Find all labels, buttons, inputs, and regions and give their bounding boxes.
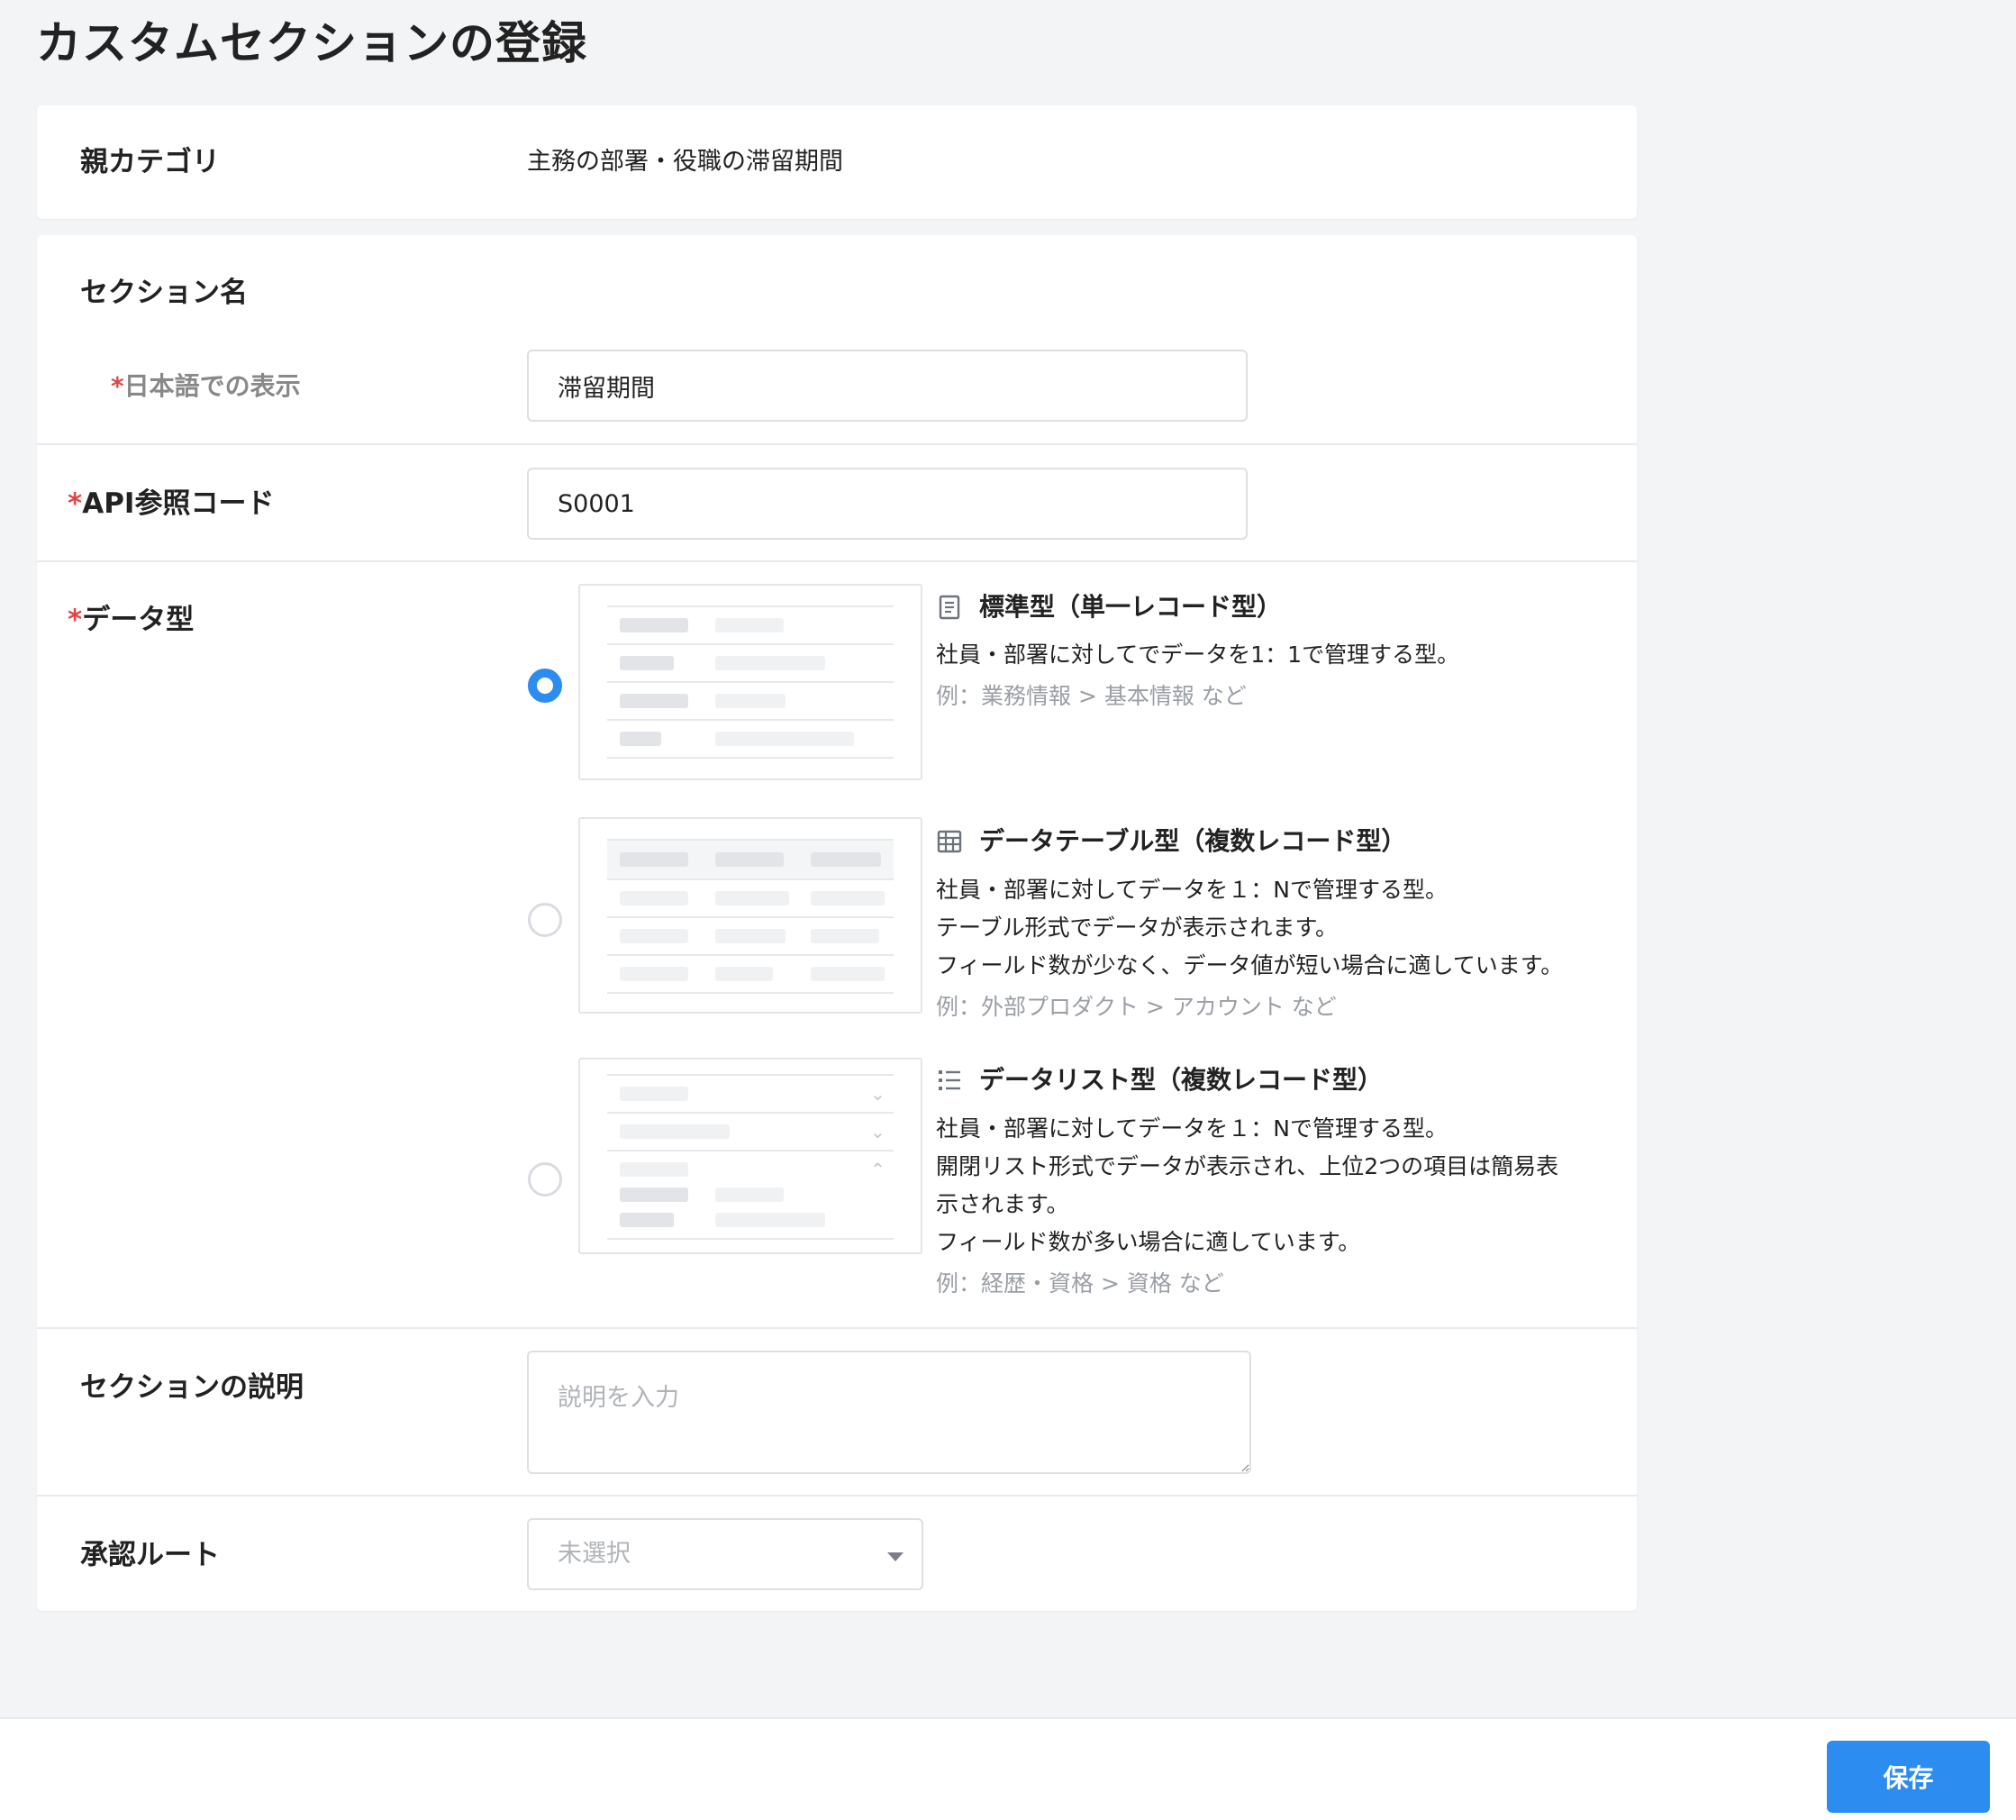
ja-display-label: *日本語での表示	[111, 369, 301, 405]
page-title: カスタムセクションの登録	[36, 17, 587, 69]
preview-bar	[620, 967, 688, 981]
preview-line	[607, 681, 894, 683]
table-icon	[937, 830, 962, 853]
list-type-preview: ⌄ ⌄ ⌃	[578, 1058, 922, 1254]
preview-bar	[620, 1213, 674, 1227]
list-type-desc-3: 示されます。	[936, 1191, 1069, 1217]
preview-line	[607, 1112, 894, 1114]
api-code-label: *API参照コード	[68, 486, 274, 522]
list-type-title: データリスト型（複数レコード型）	[979, 1065, 1384, 1095]
data-type-label: *データ型	[68, 602, 194, 638]
preview-bar	[620, 1087, 688, 1101]
standard-type-desc: 社員・部署に対してでデータを1：1で管理する型。	[936, 642, 1460, 668]
preview-line	[607, 916, 894, 918]
preview-bar	[715, 929, 786, 943]
preview-bar	[620, 1124, 730, 1139]
preview-bar	[620, 1188, 688, 1202]
divider	[37, 1327, 1637, 1329]
preview-bar	[620, 618, 688, 632]
list-type-example: 例：経歴・資格 > 資格 など	[936, 1270, 1224, 1297]
preview-bar	[620, 891, 688, 905]
preview-bar	[715, 618, 784, 632]
standard-type-preview	[578, 584, 922, 780]
table-type-preview	[578, 817, 922, 1014]
table-type-title: データテーブル型（複数レコード型）	[979, 826, 1407, 856]
preview-bar	[811, 967, 885, 981]
parent-category-card: 親カテゴリ 主務の部署・役職の滞留期間	[37, 105, 1637, 219]
list-type-desc-2: 開閉リスト形式でデータが表示され、上位2つの項目は簡易表	[936, 1153, 1559, 1179]
preview-bar	[811, 929, 879, 943]
standard-type-example: 例：業務情報 > 基本情報 など	[936, 683, 1247, 709]
table-type-desc-3: フィールド数が少なく、データ値が短い場合に適しています。	[936, 952, 1564, 978]
description-textarea[interactable]	[527, 1351, 1251, 1474]
approval-route-select[interactable]: 未選択	[527, 1518, 923, 1590]
preview-line	[607, 992, 894, 994]
divider	[37, 1495, 1637, 1497]
divider	[37, 443, 1637, 445]
document-icon	[939, 595, 960, 620]
parent-category-label: 親カテゴリ	[80, 146, 220, 178]
preview-bar	[715, 967, 773, 981]
api-code-input[interactable]	[527, 468, 1248, 540]
approval-route-label: 承認ルート	[80, 1539, 220, 1571]
standard-type-title: 標準型（単一レコード型）	[979, 592, 1283, 622]
preview-bar	[715, 694, 786, 708]
parent-category-value: 主務の部署・役職の滞留期間	[527, 148, 843, 176]
preview-bar	[715, 732, 854, 746]
table-type-desc-2: テーブル形式でデータが表示されます。	[936, 915, 1339, 941]
table-type-desc-1: 社員・部署に対してデータを１：Nで管理する型。	[936, 877, 1448, 903]
chevron-up-icon: ⌃	[870, 1159, 885, 1180]
app-root: カスタムセクションの登録 親カテゴリ 主務の部署・役職の滞留期間 セクション名 …	[0, 0, 2016, 1820]
preview-line	[607, 878, 894, 880]
preview-bar	[715, 656, 825, 670]
preview-bar	[811, 852, 881, 867]
data-type-radio-standard[interactable]	[528, 669, 562, 703]
preview-line	[607, 1150, 894, 1151]
ja-display-label-text: 日本語での表示	[123, 371, 301, 401]
preview-bar	[715, 1213, 825, 1227]
preview-line	[607, 1074, 894, 1076]
preview-bar	[620, 656, 674, 670]
data-type-label-text: データ型	[82, 604, 195, 636]
description-label: セクションの説明	[80, 1371, 304, 1404]
section-form-card: セクション名 *日本語での表示 *API参照コード *データ型	[37, 235, 1637, 1611]
preview-bar	[620, 1162, 688, 1177]
preview-bar	[715, 891, 789, 905]
preview-bar	[620, 694, 688, 708]
preview-line	[607, 719, 894, 721]
preview-bar	[620, 929, 688, 943]
preview-line	[607, 954, 894, 956]
footer-bar: 保存	[0, 1717, 2016, 1820]
list-type-desc-1: 社員・部署に対してデータを１：Nで管理する型。	[936, 1115, 1448, 1142]
approval-route-selected: 未選択	[558, 1540, 631, 1568]
preview-line	[607, 643, 894, 645]
ja-display-input[interactable]	[527, 350, 1248, 422]
data-type-radio-list[interactable]	[528, 1162, 562, 1197]
save-button[interactable]: 保存	[1827, 1741, 1990, 1813]
data-type-radio-table[interactable]	[528, 903, 562, 937]
api-code-label-text: API参照コード	[82, 487, 275, 520]
required-mark: *	[68, 604, 83, 636]
preview-bar	[811, 891, 885, 905]
preview-bar	[620, 732, 661, 746]
list-type-desc-4: フィールド数が多い場合に適しています。	[936, 1229, 1361, 1255]
caret-down-icon	[887, 1552, 904, 1561]
preview-bar	[715, 852, 784, 867]
preview-line	[607, 1238, 894, 1240]
list-icon	[939, 1070, 960, 1090]
preview-line	[607, 605, 894, 607]
required-mark: *	[111, 371, 124, 401]
preview-line	[607, 757, 894, 759]
required-mark: *	[68, 487, 83, 520]
divider	[37, 560, 1637, 562]
chevron-down-icon: ⌄	[870, 1121, 885, 1142]
chevron-down-icon: ⌄	[870, 1083, 885, 1105]
table-type-example: 例：外部プロダクト > アカウント など	[936, 994, 1337, 1020]
section-name-label: セクション名	[80, 277, 248, 309]
preview-bar	[620, 852, 688, 867]
preview-bar	[715, 1188, 784, 1202]
